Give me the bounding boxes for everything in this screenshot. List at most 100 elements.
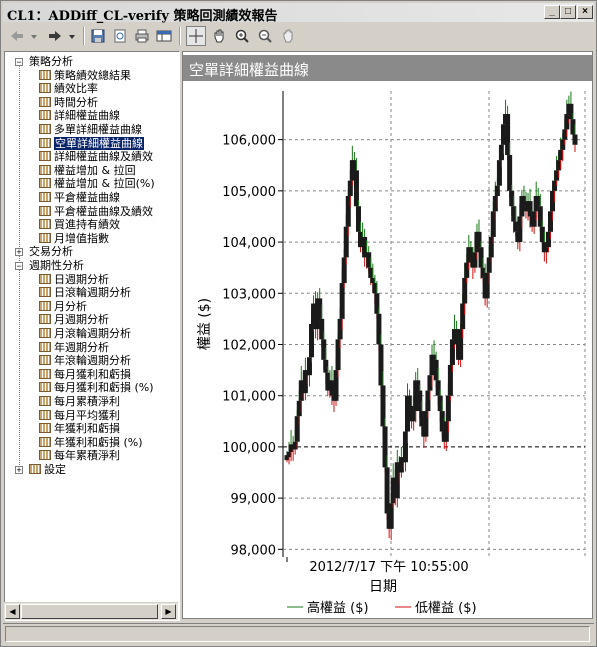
tree-group[interactable]: 策略分析 <box>29 55 73 68</box>
tree-item-label: 平倉權益曲線 <box>54 191 120 204</box>
tree-item-label: 年滾輪週期分析 <box>54 354 131 368</box>
tree-item[interactable]: 權益增加 & 拉回(%) <box>39 177 155 190</box>
print-icon[interactable] <box>132 26 152 46</box>
report-icon <box>39 151 51 162</box>
tree-item-label: 權益增加 & 拉回(%) <box>54 177 155 191</box>
tree-item[interactable]: 買進持有績效 <box>39 218 120 231</box>
tree-item-label: 年週期分析 <box>54 340 109 354</box>
tree-item[interactable]: 月增值指數 <box>39 232 109 245</box>
report-icon <box>39 396 51 406</box>
tree-item[interactable]: 月分析 <box>39 300 87 313</box>
report-icon <box>39 328 51 338</box>
forward-icon[interactable] <box>45 26 79 46</box>
minimize-button[interactable]: _ <box>544 5 560 19</box>
crosshair-icon[interactable] <box>186 26 206 46</box>
report-icon <box>39 314 51 325</box>
tree-item-label: 買進持有績效 <box>54 218 120 232</box>
tree-item[interactable]: 詳細權益曲線及績效 <box>39 150 153 163</box>
tree-item[interactable]: 空單詳細權益曲線 <box>39 135 145 151</box>
equity-bar <box>339 283 345 319</box>
y-tick-label: 103,000 <box>222 287 276 302</box>
tree-group-label: 設定 <box>44 463 66 476</box>
tree-item[interactable]: 每月獲利和虧損 <box>39 368 131 381</box>
report-icon <box>39 192 51 202</box>
tree-item[interactable]: 詳細權益曲線 <box>39 109 120 122</box>
report-icon <box>39 450 51 461</box>
tree-expander-2[interactable]: − <box>15 262 23 271</box>
report-icon <box>39 423 51 434</box>
tree-item[interactable]: 月週期分析 <box>39 313 109 326</box>
toolbar <box>3 24 594 50</box>
scroll-left-icon[interactable]: ◀ <box>5 604 20 619</box>
report-icon <box>39 219 51 230</box>
status-text <box>5 626 590 642</box>
tree-item[interactable]: 權益增加 & 拉回 <box>39 164 136 177</box>
tree-item[interactable]: 年獲利和虧損 (%) <box>39 436 143 449</box>
tree-expander-0[interactable]: − <box>15 58 23 67</box>
tree-group[interactable]: 設定 <box>29 463 66 476</box>
tree-item[interactable]: 年週期分析 <box>39 341 109 354</box>
tree-item-label: 每月獲利和虧損 <box>54 367 131 381</box>
reset-zoom-icon[interactable] <box>278 26 298 46</box>
tree-group[interactable]: 交易分析 <box>29 245 73 258</box>
scroll-right-icon[interactable]: ▶ <box>161 604 176 619</box>
tree-item[interactable]: 每月累積淨利 <box>39 395 120 408</box>
tree-item[interactable]: 績效比率 <box>39 82 98 95</box>
tree-group-label: 交易分析 <box>29 245 73 259</box>
tree-item-label: 平倉權益曲線及績效 <box>54 204 153 218</box>
tree-group[interactable]: 週期性分析 <box>29 259 84 272</box>
save-icon[interactable] <box>88 26 108 46</box>
tree-expander-1[interactable]: + <box>15 248 23 257</box>
report-icon <box>39 382 51 393</box>
report-icon <box>39 368 51 379</box>
tree-horizontal-scrollbar[interactable]: ◀ ▶ <box>4 602 178 620</box>
report-icon <box>39 232 51 243</box>
equity-chart[interactable]: 98,000 99,000 100,000 101,000 102,000 103,000… <box>183 83 592 618</box>
tree-expander-3[interactable]: + <box>15 466 23 475</box>
tree-item[interactable]: 策略績效總結果 <box>39 69 131 82</box>
close-button[interactable]: × <box>577 5 593 19</box>
tree-item[interactable]: 多單詳細權益曲線 <box>39 123 142 136</box>
legend-high-label: 高權益 ($) <box>307 600 369 616</box>
report-icon <box>39 110 51 121</box>
tree-item[interactable]: 每月平均獲利 <box>39 409 120 422</box>
tree-item[interactable]: 年滾輪週期分析 <box>39 354 131 367</box>
tree-item[interactable]: 每年累積淨利 <box>39 449 120 462</box>
tree-item-label: 年獲利和虧損 <box>54 422 120 436</box>
report-icon <box>39 409 51 420</box>
report-tree[interactable]: − 策略分析 策略績效總結果 績效比率 時間分析 詳細權益曲線 多單詳細權益曲線 空單詳細權益… <box>4 51 180 621</box>
tree-item[interactable]: 平倉權益曲線 <box>39 191 120 204</box>
tree-item-label: 月增值指數 <box>54 231 109 245</box>
zoom-in-icon[interactable] <box>232 26 252 46</box>
chart-panel: 空單詳細權益曲線 98,000 99,000 100,000 101,000 102,0… <box>182 51 593 619</box>
report-icon <box>39 124 51 134</box>
back-icon[interactable] <box>7 26 41 46</box>
tree-item[interactable]: 日滾輪週期分析 <box>39 286 131 299</box>
y-tick-label: 101,000 <box>222 390 276 405</box>
maximize-button[interactable]: □ <box>560 5 576 19</box>
tree-item[interactable]: 平倉權益曲線及績效 <box>39 205 153 218</box>
report-icon <box>39 69 51 80</box>
tree-item[interactable]: 年獲利和虧損 <box>39 422 120 435</box>
report-icon <box>39 137 51 148</box>
y-axis-label: 權益 ($) <box>197 298 213 350</box>
tree-item[interactable]: 日週期分析 <box>39 273 109 286</box>
tree-item[interactable]: 時間分析 <box>39 96 98 109</box>
zoom-out-icon[interactable] <box>255 26 275 46</box>
tree-item-label: 詳細權益曲線 <box>54 109 120 123</box>
report-window: CL1：ADDiff_CL-verify 策略回測績效報告 _ □ × − 策略… <box>0 0 597 647</box>
x-tick-label: 2012/7/17 下午 10:55:00 <box>309 560 468 575</box>
report-icon <box>39 355 51 366</box>
table-icon[interactable] <box>154 26 174 46</box>
tree-item[interactable]: 月滾輪週期分析 <box>39 327 131 340</box>
scroll-thumb[interactable] <box>21 604 158 619</box>
tree-item-label: 多單詳細權益曲線 <box>54 123 142 136</box>
tree-item[interactable]: 每月獲利和虧損 (%) <box>39 381 154 394</box>
status-bar <box>3 623 594 644</box>
preview-icon[interactable] <box>110 26 130 46</box>
report-icon <box>39 83 51 94</box>
report-icon <box>39 436 51 447</box>
hand-pan-icon[interactable] <box>209 26 229 46</box>
y-tick-label: 98,000 <box>231 543 277 558</box>
tree-item-label: 年獲利和虧損 (%) <box>54 435 143 449</box>
